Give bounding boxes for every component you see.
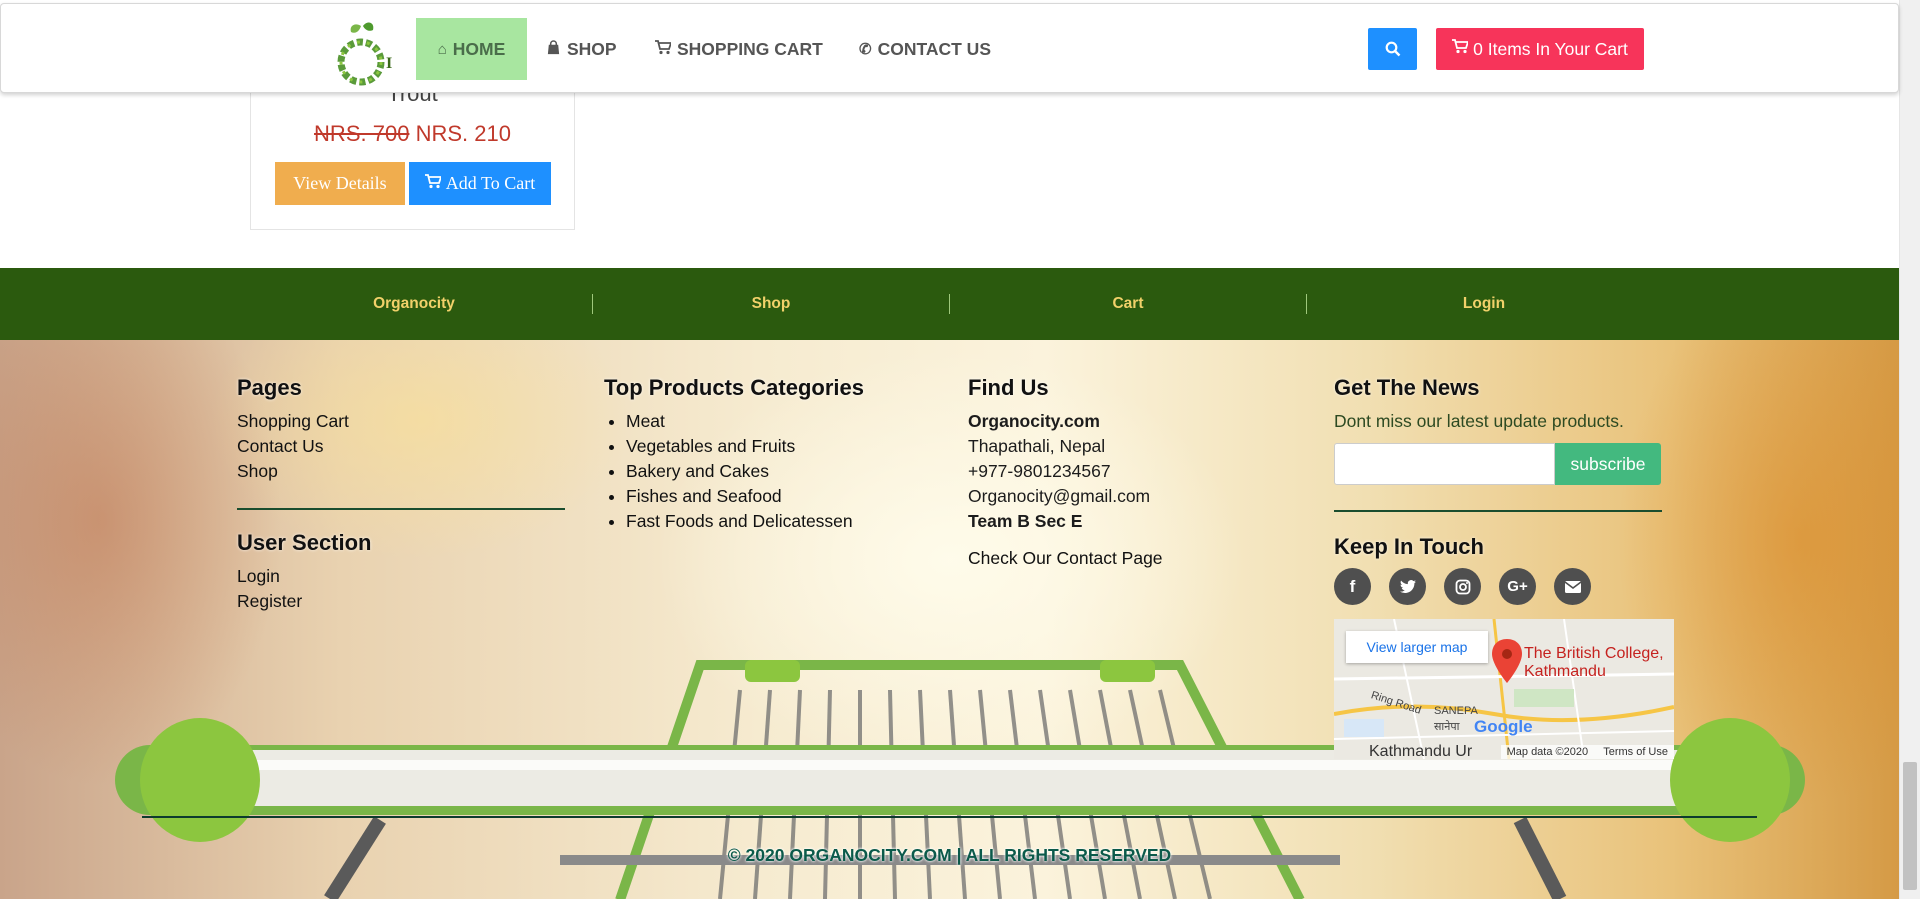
svg-text:I: I <box>386 55 392 72</box>
cart-items-label: 0 Items In Your Cart <box>1473 38 1628 59</box>
instagram-icon[interactable] <box>1444 568 1481 605</box>
copyright-text: © 2020 ORGANOCITY.COM | ALL RIGHTS RESER… <box>727 845 1172 865</box>
nav-shopping-cart[interactable]: SHOPPING CART <box>655 18 823 80</box>
news-text: Dont miss our latest update products. <box>1334 411 1624 431</box>
organocity-logo[interactable]: I <box>333 20 399 92</box>
category-item[interactable]: Vegetables and Fruits <box>626 434 934 459</box>
divider <box>237 508 565 510</box>
footer-nav-shop[interactable]: Shop <box>593 268 949 340</box>
footer-link-contact-us[interactable]: Contact Us <box>237 434 565 459</box>
pages-title: Pages <box>237 375 302 400</box>
categories-list: Meat Vegetables and Fruits Bakery and Ca… <box>604 409 934 534</box>
old-price: NRS. 700 <box>314 121 410 146</box>
map-place-line: The British College, <box>1524 645 1664 662</box>
categories-title: Top Products Categories <box>604 375 864 400</box>
cart-icon <box>1452 39 1470 59</box>
nav-shop-label: SHOP <box>567 38 617 59</box>
map-data-text: Map data ©2020 <box>1506 746 1589 758</box>
google-logo: Google <box>1474 717 1533 736</box>
nav-home[interactable]: ⌂ HOME <box>416 18 527 80</box>
contact-page-link[interactable]: Check Our Contact Page <box>968 546 1298 571</box>
nav-shopping-cart-label: SHOPPING CART <box>677 38 823 59</box>
address: Thapathali, Nepal <box>968 436 1106 456</box>
keep-in-touch-title: Keep In Touch <box>1334 534 1484 559</box>
footer-link-login[interactable]: Login <box>237 564 565 589</box>
product-price: NRS. 700 NRS. 210 <box>251 121 574 147</box>
map-area-label: SANEPA <box>1434 705 1478 717</box>
google-map[interactable]: View larger map The British College, Kat… <box>1334 619 1674 759</box>
nav-contact-us-label: CONTACT US <box>877 38 991 59</box>
map-pin-icon[interactable] <box>1492 639 1522 683</box>
footer-nav-organocity[interactable]: Organocity <box>236 268 592 340</box>
shopping-bag-icon <box>546 39 561 59</box>
news-column: Get The News Dont miss our latest update… <box>1334 375 1679 759</box>
subscribe-email-input[interactable] <box>1334 443 1555 485</box>
scrollbar-thumb[interactable] <box>1903 762 1917 890</box>
footer-link-shopping-cart[interactable]: Shopping Cart <box>237 409 565 434</box>
footer-link-register[interactable]: Register <box>237 589 565 614</box>
email-address: Organocity@gmail.com <box>968 486 1151 506</box>
add-to-cart-button[interactable]: Add To Cart <box>409 162 551 205</box>
pages-column: Pages Shopping Cart Contact Us Shop User… <box>237 375 565 614</box>
footer-link-shop[interactable]: Shop <box>237 459 565 484</box>
envelope-icon[interactable] <box>1554 568 1591 605</box>
category-item[interactable]: Fast Foods and Delicatessen <box>626 509 934 534</box>
footer-nav-cart[interactable]: Cart <box>950 268 1306 340</box>
cart-icon <box>424 173 443 194</box>
footer-main: Pages Shopping Cart Contact Us Shop User… <box>0 340 1899 899</box>
google-plus-icon[interactable]: G+ <box>1499 568 1536 605</box>
social-icons: f G+ <box>1334 568 1679 605</box>
phone-number: +977-9801234567 <box>968 461 1111 481</box>
new-price: NRS. 210 <box>415 121 511 146</box>
view-larger-map-link[interactable]: View larger map <box>1346 631 1488 663</box>
find-us-title: Find Us <box>968 375 1049 400</box>
footer-nav: Organocity Shop Cart Login <box>0 268 1899 340</box>
map-partial-label: Kathmandu Ur <box>1369 743 1473 759</box>
twitter-icon[interactable] <box>1389 568 1426 605</box>
nav-contact-us[interactable]: ✆ CONTACT US <box>859 18 991 80</box>
nav-home-label: HOME <box>452 38 506 59</box>
search-icon <box>1385 41 1400 57</box>
map-place-line: Kathmandu <box>1524 663 1606 680</box>
cart-items-button[interactable]: 0 Items In Your Cart <box>1436 28 1644 70</box>
map-place-label: The British College, Kathmandu <box>1524 645 1664 681</box>
news-title: Get The News <box>1334 375 1480 400</box>
facebook-icon[interactable]: f <box>1334 568 1371 605</box>
subscribe-form: subscribe <box>1334 443 1661 485</box>
divider <box>1334 510 1662 512</box>
find-us-column: Find Us Organocity.com Thapathali, Nepal… <box>968 375 1298 571</box>
category-item[interactable]: Bakery and Cakes <box>626 459 934 484</box>
cart-icon <box>655 39 673 59</box>
user-section-title: User Section <box>237 530 372 555</box>
add-to-cart-label: Add To Cart <box>445 173 536 193</box>
company-name: Organocity.com <box>968 411 1100 431</box>
search-button[interactable] <box>1368 28 1417 70</box>
nav-shop[interactable]: SHOP <box>546 18 617 80</box>
map-area-label-local: सानेपा <box>1434 721 1460 733</box>
category-item[interactable]: Fishes and Seafood <box>626 484 934 509</box>
view-details-button[interactable]: View Details <box>275 162 405 205</box>
map-attribution: Map data ©2020 Terms of Use <box>1500 745 1674 759</box>
top-navbar: I ⌂ HOME SHOP SHOPPING CART ✆ CONTACT US… <box>0 3 1899 93</box>
phone-icon: ✆ <box>859 41 872 58</box>
categories-column: Top Products Categories Meat Vegetables … <box>604 375 934 534</box>
page-scrollbar[interactable] <box>1899 0 1920 899</box>
footer-nav-login[interactable]: Login <box>1306 268 1662 340</box>
map-terms-link[interactable]: Terms of Use <box>1603 746 1668 758</box>
team-name: Team B Sec E <box>968 511 1083 531</box>
footer-divider <box>142 816 1757 818</box>
category-item[interactable]: Meat <box>626 409 934 434</box>
subscribe-button[interactable]: subscribe <box>1555 443 1661 485</box>
home-icon: ⌂ <box>437 40 447 58</box>
